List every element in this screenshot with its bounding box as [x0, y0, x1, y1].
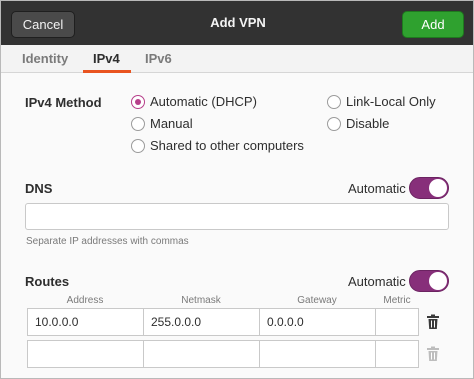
- route-netmask-input[interactable]: 255.0.0.0: [143, 308, 260, 336]
- delete-route-icon[interactable]: [426, 314, 440, 330]
- radio-link-local[interactable]: Link-Local Only: [327, 94, 436, 109]
- header-bar: Cancel Add VPN Add: [1, 1, 473, 45]
- routes-automatic-switch[interactable]: [409, 270, 449, 292]
- route-gateway-input[interactable]: [259, 340, 376, 368]
- radio-disable[interactable]: Disable: [327, 116, 389, 131]
- radio-shared-label: Shared to other computers: [150, 138, 304, 153]
- tab-identity[interactable]: Identity: [22, 51, 68, 66]
- radio-manual-label: Manual: [150, 116, 193, 131]
- radio-indicator: [131, 116, 145, 131]
- radio-indicator: [327, 94, 341, 109]
- radio-link-local-label: Link-Local Only: [346, 94, 436, 109]
- column-header-netmask: Netmask: [181, 295, 221, 306]
- column-header-metric: Metric: [383, 295, 411, 306]
- column-header-gateway: Gateway: [297, 295, 337, 306]
- tab-ipv6[interactable]: IPv6: [145, 51, 172, 66]
- route-metric-input[interactable]: [375, 308, 419, 336]
- switch-knob: [429, 179, 447, 197]
- radio-indicator: [327, 116, 341, 131]
- ipv4-method-label: IPv4 Method: [25, 95, 102, 110]
- switch-knob: [429, 272, 447, 290]
- route-address-input[interactable]: 10.0.0.0: [27, 308, 144, 336]
- radio-disable-label: Disable: [346, 116, 390, 131]
- routes-label: Routes: [25, 274, 70, 289]
- route-gateway-input[interactable]: 0.0.0.0: [259, 308, 376, 336]
- active-tab-indicator: [83, 70, 131, 73]
- radio-indicator: [131, 138, 145, 153]
- radio-shared[interactable]: Shared to other computers: [131, 138, 304, 153]
- radio-automatic-dhcp-label: Automatic (DHCP): [150, 94, 257, 109]
- delete-route-icon-disabled: [427, 346, 439, 361]
- route-address-input[interactable]: [27, 340, 144, 368]
- ipv4-page: IPv4 Method Automatic (DHCP) Manual Shar…: [1, 74, 473, 378]
- dns-automatic-label: Automatic: [348, 181, 406, 196]
- route-metric-input[interactable]: [375, 340, 419, 368]
- radio-manual[interactable]: Manual: [131, 116, 193, 131]
- dns-input[interactable]: [25, 203, 449, 230]
- dns-hint: Separate IP addresses with commas: [26, 236, 189, 247]
- column-header-address: Address: [66, 295, 104, 306]
- tab-ipv4[interactable]: IPv4: [93, 51, 120, 66]
- dns-automatic-switch[interactable]: [409, 177, 449, 199]
- radio-indicator-checked: [131, 94, 145, 109]
- add-button[interactable]: Add: [402, 11, 464, 38]
- dns-label: DNS: [25, 181, 53, 196]
- route-netmask-input[interactable]: [143, 340, 260, 368]
- radio-automatic-dhcp[interactable]: Automatic (DHCP): [131, 94, 257, 109]
- routes-automatic-label: Automatic: [348, 274, 406, 289]
- add-vpn-dialog: Cancel Add VPN Add Identity IPv4 IPv6 IP…: [0, 0, 474, 379]
- tab-bar: Identity IPv4 IPv6: [1, 45, 473, 73]
